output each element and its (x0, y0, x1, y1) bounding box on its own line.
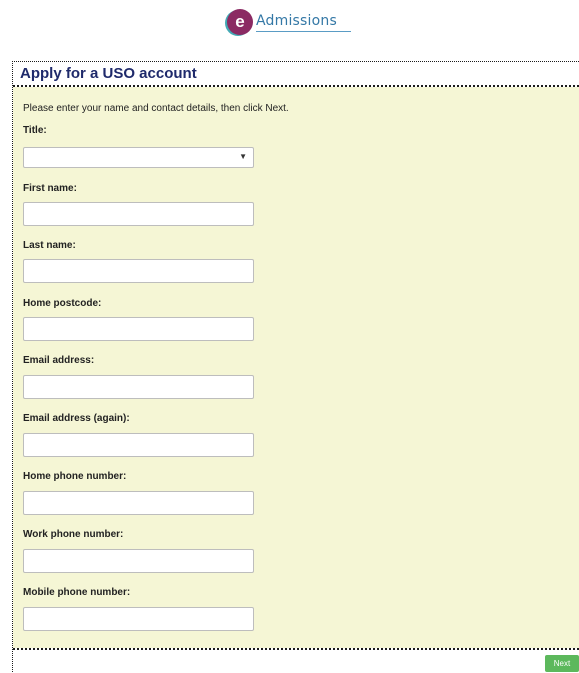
work-phone-label: Work phone number: (23, 529, 124, 540)
email-again-input[interactable] (23, 433, 254, 457)
home-phone-label: Home phone number: (23, 471, 127, 482)
home-phone-input[interactable] (23, 491, 254, 515)
page-title: Apply for a USO account (20, 65, 197, 82)
last-name-input[interactable] (23, 259, 254, 283)
last-name-label: Last name: (23, 240, 76, 251)
intro-text: Please enter your name and contact detai… (23, 103, 289, 114)
next-button[interactable]: Next (545, 655, 579, 672)
first-name-label: First name: (23, 183, 77, 194)
panel-header: Apply for a USO account (13, 62, 579, 87)
apply-panel: Apply for a USO account Please enter you… (12, 61, 579, 673)
chevron-down-icon: ▼ (239, 152, 247, 161)
home-postcode-label: Home postcode: (23, 298, 102, 309)
logo-text: Admissions (256, 13, 351, 32)
form-body: Please enter your name and contact detai… (13, 87, 579, 648)
panel-footer: Next (13, 648, 579, 673)
email-label: Email address: (23, 355, 95, 366)
title-label: Title: (23, 125, 47, 136)
mobile-phone-label: Mobile phone number: (23, 587, 131, 598)
home-postcode-input[interactable] (23, 317, 254, 341)
logo-e-icon: e (227, 9, 253, 35)
mobile-phone-input[interactable] (23, 607, 254, 631)
admissions-logo: e Admissions (227, 8, 351, 36)
first-name-input[interactable] (23, 202, 254, 226)
email-input[interactable] (23, 375, 254, 399)
work-phone-input[interactable] (23, 549, 254, 573)
email-again-label: Email address (again): (23, 413, 130, 424)
title-select[interactable]: ▼ (23, 147, 254, 168)
